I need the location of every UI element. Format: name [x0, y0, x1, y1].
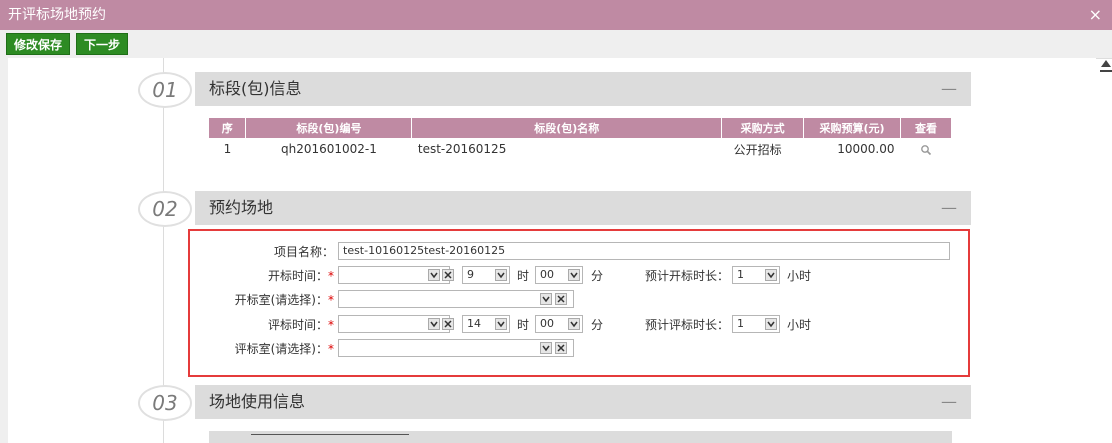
clear-icon [557, 344, 565, 352]
chevron-down-icon [497, 321, 505, 328]
eval-date-dropdown[interactable] [428, 318, 440, 330]
cell-name: test-20160125 [417, 142, 507, 156]
left-panel [0, 58, 8, 443]
open-duration-label: 预计开标时长： [645, 269, 730, 283]
hour-unit: 时 [517, 318, 530, 332]
step-number-01: 01 [138, 72, 192, 108]
open-room-label: 开标室(请选择)：* [234, 293, 334, 307]
collapse-icon[interactable]: — [941, 385, 957, 419]
collapse-icon[interactable]: — [941, 191, 957, 225]
minute-unit: 分 [591, 318, 604, 332]
open-minute-dropdown[interactable] [568, 269, 580, 281]
section-title-booking: 预约场地 [209, 198, 274, 217]
table-header-row: 序 标段(包)编号 标段(包)名称 采购方式 采购预算(元) 查看 [209, 118, 952, 138]
open-room-dropdown[interactable] [540, 293, 552, 305]
section-header-booking: 预约场地 — [195, 191, 971, 225]
cell-method: 公开招标 [733, 142, 782, 157]
eval-room-dropdown[interactable] [540, 342, 552, 354]
step-number-03: 03 [138, 385, 192, 421]
col-header-method: 采购方式 [721, 118, 805, 138]
chevron-down-icon [542, 345, 550, 352]
section-header-lots: 标段(包)信息 — [195, 72, 971, 106]
eval-room-clear[interactable] [555, 342, 567, 354]
lots-table: 序 标段(包)编号 标段(包)名称 采购方式 采购预算(元) 查看 1 qh20… [209, 118, 952, 160]
cell-view [901, 138, 952, 160]
project-name-field[interactable]: test-10160125test-20160125 [338, 242, 950, 260]
chevron-down-icon [570, 321, 578, 328]
eval-time-label: 评标时间：* [267, 318, 334, 332]
window-title-bar: 开评标场地预约 × [0, 0, 1112, 30]
eval-duration-label: 预计评标时长： [645, 318, 730, 332]
clear-icon [444, 320, 452, 328]
open-time-label: 开标时间：* [267, 269, 334, 283]
project-name-label: 项目名称： [273, 245, 334, 259]
chevron-down-icon [497, 272, 505, 279]
duration-unit: 小时 [787, 269, 812, 283]
search-icon[interactable] [920, 144, 932, 156]
venue-usage-table-header [209, 431, 952, 443]
section-header-venue-usage: 场地使用信息 — [195, 385, 971, 419]
header-divider [251, 434, 409, 435]
duration-unit: 小时 [787, 318, 812, 332]
eval-duration-dropdown[interactable] [765, 318, 777, 330]
col-header-name: 标段(包)名称 [411, 118, 723, 138]
scroll-up-icon[interactable] [1100, 58, 1112, 72]
open-date-clear[interactable] [442, 269, 454, 281]
minute-unit: 分 [591, 269, 604, 283]
section-title-lots: 标段(包)信息 [209, 79, 302, 98]
next-step-button[interactable]: 下一步 [76, 33, 129, 55]
open-room-select[interactable] [338, 290, 574, 308]
step-number-02: 02 [138, 191, 192, 227]
chevron-down-icon [430, 272, 438, 279]
collapse-icon[interactable]: — [941, 72, 957, 106]
cell-code: qh201601002-1 [280, 142, 377, 156]
section-title-venue-usage: 场地使用信息 [209, 392, 306, 411]
open-duration-dropdown[interactable] [765, 269, 777, 281]
toolbar: 修改保存 下一步 [0, 30, 1112, 59]
eval-hour-dropdown[interactable] [495, 318, 507, 330]
eval-date-clear[interactable] [442, 318, 454, 330]
chevron-down-icon [542, 296, 550, 303]
clear-icon [444, 271, 452, 279]
chevron-down-icon [767, 272, 775, 279]
eval-room-select[interactable] [338, 339, 574, 357]
cell-index: 1 [223, 142, 232, 156]
cell-budget: 10000.00 [837, 142, 895, 156]
table-row: 1 qh201601002-1 test-20160125 公开招标 10000… [209, 138, 952, 160]
col-header-budget: 采购预算(元) [803, 118, 901, 138]
col-header-index: 序 [209, 118, 247, 138]
open-room-clear[interactable] [555, 293, 567, 305]
open-hour-dropdown[interactable] [495, 269, 507, 281]
window-title: 开评标场地预约 [8, 7, 106, 23]
close-icon[interactable]: × [1089, 0, 1102, 30]
eval-room-label: 评标室(请选择)：* [234, 342, 334, 356]
main-content: 01 标段(包)信息 — 序 标段(包)编号 标段(包)名称 采购方式 采购预算… [0, 58, 1096, 443]
col-header-code: 标段(包)编号 [245, 118, 413, 138]
save-button[interactable]: 修改保存 [6, 33, 71, 55]
chevron-down-icon [430, 321, 438, 328]
booking-form: 项目名称： test-10160125test-20160125 开标时间：* … [188, 229, 970, 377]
col-header-view: 查看 [900, 118, 952, 138]
chevron-down-icon [570, 272, 578, 279]
open-date-dropdown[interactable] [428, 269, 440, 281]
chevron-down-icon [767, 321, 775, 328]
eval-minute-dropdown[interactable] [568, 318, 580, 330]
clear-icon [557, 295, 565, 303]
hour-unit: 时 [517, 269, 530, 283]
